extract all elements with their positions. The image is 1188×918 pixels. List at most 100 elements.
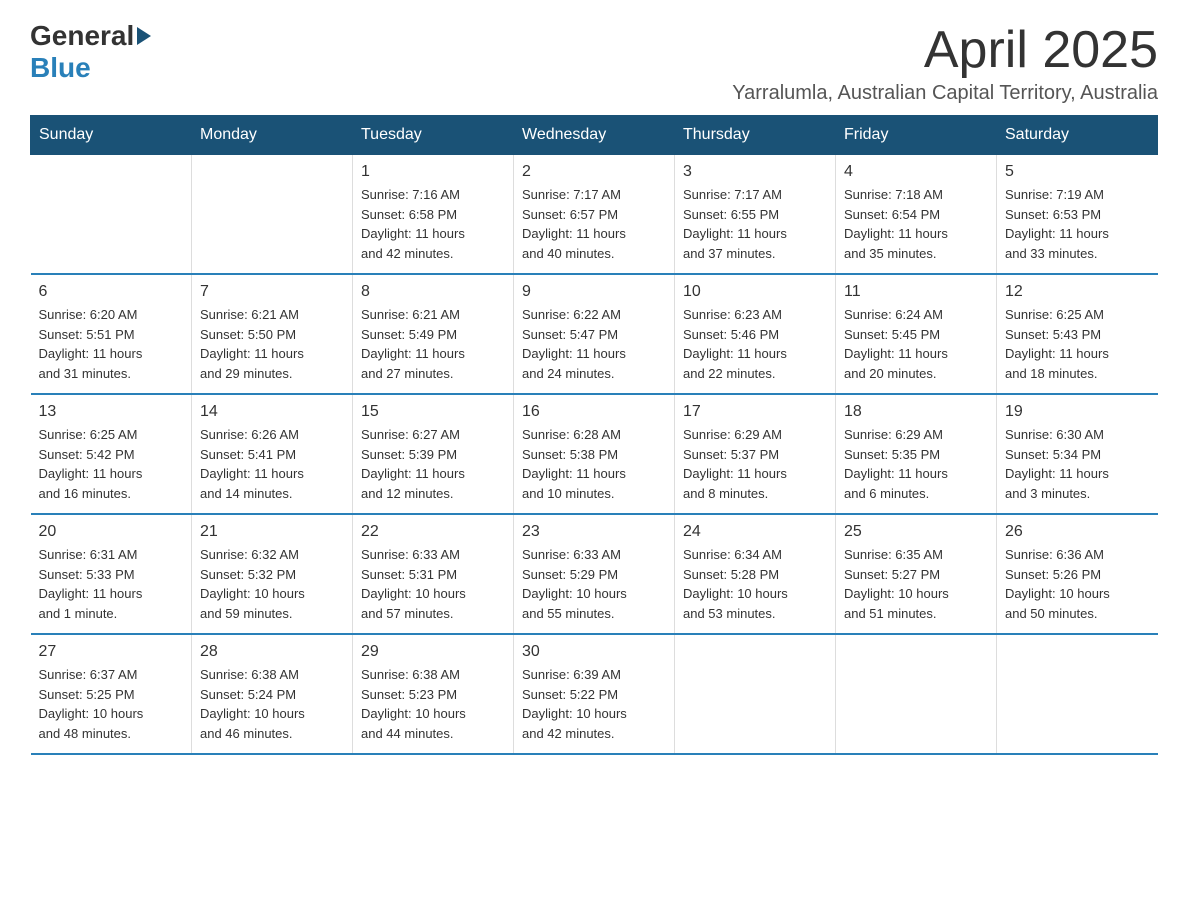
day-number: 9	[522, 283, 666, 301]
calendar-cell: 3Sunrise: 7:17 AMSunset: 6:55 PMDaylight…	[675, 155, 836, 275]
calendar-cell: 2 Sunrise: 7:17 AMSunset: 6:57 PMDaylight…	[514, 155, 675, 275]
calendar-cell: 18 Sunrise: 6:29 AMSunset: 5:35 PMDayligh…	[836, 394, 997, 514]
day-info: Sunrise: 6:24 AMSunset: 5:45 PMDaylight:…	[844, 305, 988, 383]
calendar-week-row: 6Sunrise: 6:20 AMSunset: 5:51 PMDaylight…	[31, 274, 1158, 394]
calendar-cell: 17 Sunrise: 6:29 AMSunset: 5:37 PMDayligh…	[675, 394, 836, 514]
calendar-cell: 14 Sunrise: 6:26 AMSunset: 5:41 PMDayligh…	[192, 394, 353, 514]
calendar-cell: 9 Sunrise: 6:22 AMSunset: 5:47 PMDaylight…	[514, 274, 675, 394]
calendar-cell: 26 Sunrise: 6:36 AMSunset: 5:26 PMDayligh…	[997, 514, 1158, 634]
day-info: Sunrise: 6:33 AMSunset: 5:29 PMDaylight:…	[522, 545, 666, 623]
day-info: Sunrise: 6:23 AMSunset: 5:46 PMDaylight:…	[683, 305, 827, 383]
calendar-cell: 28 Sunrise: 6:38 AMSunset: 5:24 PMDayligh…	[192, 634, 353, 754]
page-header: General Blue April 2025 Yarralumla, Aust…	[30, 20, 1158, 105]
calendar-cell: 19Sunrise: 6:30 AMSunset: 5:34 PMDayligh…	[997, 394, 1158, 514]
calendar-cell: 25Sunrise: 6:35 AMSunset: 5:27 PMDayligh…	[836, 514, 997, 634]
calendar-cell: 12 Sunrise: 6:25 AMSunset: 5:43 PMDayligh…	[997, 274, 1158, 394]
day-info: Sunrise: 7:19 AMSunset: 6:53 PMDaylight:…	[1005, 185, 1150, 263]
calendar-table: SundayMondayTuesdayWednesdayThursdayFrid…	[30, 115, 1158, 755]
weekday-header-monday: Monday	[192, 116, 353, 155]
day-number: 12	[1005, 283, 1150, 301]
calendar-cell: 10 Sunrise: 6:23 AMSunset: 5:46 PMDayligh…	[675, 274, 836, 394]
day-info: Sunrise: 7:18 AMSunset: 6:54 PMDaylight:…	[844, 185, 988, 263]
calendar-cell: 23 Sunrise: 6:33 AMSunset: 5:29 PMDayligh…	[514, 514, 675, 634]
day-number: 8	[361, 283, 505, 301]
weekday-header-sunday: Sunday	[31, 116, 192, 155]
day-number: 24	[683, 523, 827, 541]
calendar-cell: 13Sunrise: 6:25 AMSunset: 5:42 PMDayligh…	[31, 394, 192, 514]
location-title: Yarralumla, Australian Capital Territory…	[732, 82, 1158, 105]
calendar-cell	[192, 155, 353, 275]
day-info: Sunrise: 6:26 AMSunset: 5:41 PMDaylight:…	[200, 425, 344, 503]
day-info: Sunrise: 6:31 AMSunset: 5:33 PMDaylight:…	[39, 545, 184, 623]
day-number: 27	[39, 643, 184, 661]
calendar-header-row: SundayMondayTuesdayWednesdayThursdayFrid…	[31, 116, 1158, 155]
day-number: 29	[361, 643, 505, 661]
day-info: Sunrise: 6:20 AMSunset: 5:51 PMDaylight:…	[39, 305, 184, 383]
weekday-header-friday: Friday	[836, 116, 997, 155]
day-number: 20	[39, 523, 184, 541]
weekday-header-tuesday: Tuesday	[353, 116, 514, 155]
weekday-header-wednesday: Wednesday	[514, 116, 675, 155]
day-number: 26	[1005, 523, 1150, 541]
day-number: 25	[844, 523, 988, 541]
calendar-cell: 24 Sunrise: 6:34 AMSunset: 5:28 PMDayligh…	[675, 514, 836, 634]
calendar-cell	[836, 634, 997, 754]
day-number: 2	[522, 163, 666, 181]
calendar-cell: 22 Sunrise: 6:33 AMSunset: 5:31 PMDayligh…	[353, 514, 514, 634]
calendar-cell	[31, 155, 192, 275]
day-number: 17	[683, 403, 827, 421]
calendar-week-row: 1 Sunrise: 7:16 AMSunset: 6:58 PMDaylight…	[31, 155, 1158, 275]
day-number: 14	[200, 403, 344, 421]
day-number: 7	[200, 283, 344, 301]
day-info: Sunrise: 6:32 AMSunset: 5:32 PMDaylight:…	[200, 545, 344, 623]
calendar-cell: 27 Sunrise: 6:37 AMSunset: 5:25 PMDayligh…	[31, 634, 192, 754]
day-info: Sunrise: 7:17 AMSunset: 6:57 PMDaylight:…	[522, 185, 666, 263]
day-number: 23	[522, 523, 666, 541]
day-info: Sunrise: 6:34 AMSunset: 5:28 PMDaylight:…	[683, 545, 827, 623]
weekday-header-saturday: Saturday	[997, 116, 1158, 155]
day-number: 10	[683, 283, 827, 301]
day-number: 1	[361, 163, 505, 181]
logo-general-text: General	[30, 20, 134, 52]
logo: General Blue	[30, 20, 151, 84]
day-info: Sunrise: 6:22 AMSunset: 5:47 PMDaylight:…	[522, 305, 666, 383]
day-info: Sunrise: 6:28 AMSunset: 5:38 PMDaylight:…	[522, 425, 666, 503]
day-info: Sunrise: 6:25 AMSunset: 5:42 PMDaylight:…	[39, 425, 184, 503]
title-section: April 2025 Yarralumla, Australian Capita…	[732, 20, 1158, 105]
weekday-header-thursday: Thursday	[675, 116, 836, 155]
day-info: Sunrise: 6:21 AMSunset: 5:50 PMDaylight:…	[200, 305, 344, 383]
day-number: 28	[200, 643, 344, 661]
calendar-cell: 8 Sunrise: 6:21 AMSunset: 5:49 PMDaylight…	[353, 274, 514, 394]
day-number: 30	[522, 643, 666, 661]
day-number: 22	[361, 523, 505, 541]
day-info: Sunrise: 6:25 AMSunset: 5:43 PMDaylight:…	[1005, 305, 1150, 383]
day-info: Sunrise: 6:37 AMSunset: 5:25 PMDaylight:…	[39, 665, 184, 743]
day-info: Sunrise: 6:33 AMSunset: 5:31 PMDaylight:…	[361, 545, 505, 623]
calendar-cell: 7 Sunrise: 6:21 AMSunset: 5:50 PMDaylight…	[192, 274, 353, 394]
calendar-week-row: 13Sunrise: 6:25 AMSunset: 5:42 PMDayligh…	[31, 394, 1158, 514]
calendar-cell: 4Sunrise: 7:18 AMSunset: 6:54 PMDaylight…	[836, 155, 997, 275]
calendar-cell: 15Sunrise: 6:27 AMSunset: 5:39 PMDayligh…	[353, 394, 514, 514]
calendar-week-row: 27 Sunrise: 6:37 AMSunset: 5:25 PMDayligh…	[31, 634, 1158, 754]
calendar-cell: 21 Sunrise: 6:32 AMSunset: 5:32 PMDayligh…	[192, 514, 353, 634]
calendar-week-row: 20 Sunrise: 6:31 AMSunset: 5:33 PMDayligh…	[31, 514, 1158, 634]
month-title: April 2025	[732, 20, 1158, 80]
day-number: 18	[844, 403, 988, 421]
day-number: 15	[361, 403, 505, 421]
calendar-cell	[997, 634, 1158, 754]
day-info: Sunrise: 6:29 AMSunset: 5:37 PMDaylight:…	[683, 425, 827, 503]
day-info: Sunrise: 7:17 AMSunset: 6:55 PMDaylight:…	[683, 185, 827, 263]
day-info: Sunrise: 6:21 AMSunset: 5:49 PMDaylight:…	[361, 305, 505, 383]
day-number: 11	[844, 283, 988, 301]
day-info: Sunrise: 7:16 AMSunset: 6:58 PMDaylight:…	[361, 185, 505, 263]
calendar-cell: 1 Sunrise: 7:16 AMSunset: 6:58 PMDaylight…	[353, 155, 514, 275]
calendar-cell	[675, 634, 836, 754]
day-number: 21	[200, 523, 344, 541]
day-info: Sunrise: 6:38 AMSunset: 5:24 PMDaylight:…	[200, 665, 344, 743]
day-info: Sunrise: 6:29 AMSunset: 5:35 PMDaylight:…	[844, 425, 988, 503]
day-info: Sunrise: 6:36 AMSunset: 5:26 PMDaylight:…	[1005, 545, 1150, 623]
calendar-cell: 20 Sunrise: 6:31 AMSunset: 5:33 PMDayligh…	[31, 514, 192, 634]
day-number: 5	[1005, 163, 1150, 181]
calendar-cell: 5 Sunrise: 7:19 AMSunset: 6:53 PMDaylight…	[997, 155, 1158, 275]
day-info: Sunrise: 6:39 AMSunset: 5:22 PMDaylight:…	[522, 665, 666, 743]
